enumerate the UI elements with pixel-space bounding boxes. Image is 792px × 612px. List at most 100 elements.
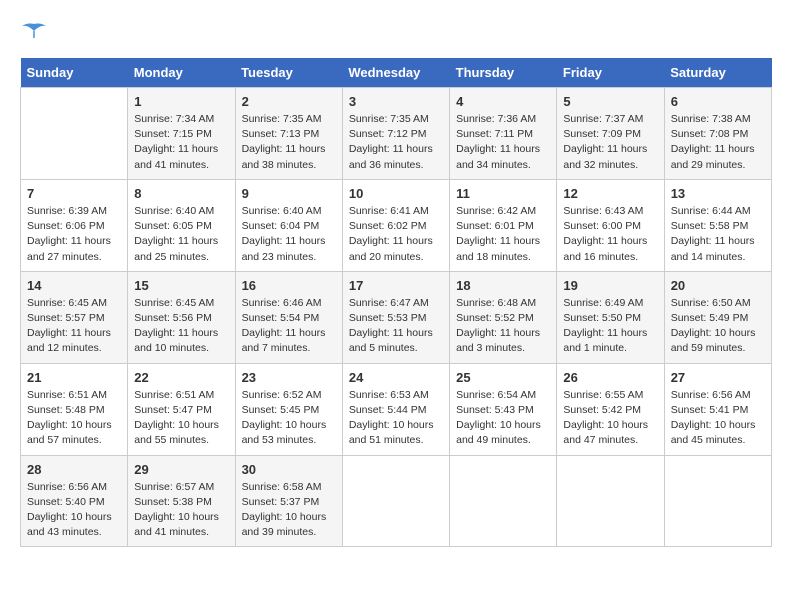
day-info: Sunrise: 6:54 AM Sunset: 5:43 PM Dayligh… (456, 388, 550, 449)
calendar-cell: 15Sunrise: 6:45 AM Sunset: 5:56 PM Dayli… (128, 271, 235, 363)
weekday-header-row: SundayMondayTuesdayWednesdayThursdayFrid… (21, 58, 772, 88)
calendar-body: 1 Sunrise: 7:34 AM Sunset: 7:15 PM Daylig… (21, 88, 772, 547)
day-info: Sunrise: 6:51 AM Sunset: 5:48 PM Dayligh… (27, 388, 121, 449)
calendar-cell: 20 Sunrise: 6:50 AM Sunset: 5:49 PM Dayli… (664, 271, 771, 363)
calendar-cell: 29 Sunrise: 6:57 AM Sunset: 5:38 PM Dayli… (128, 455, 235, 547)
day-number: 26 (563, 370, 657, 385)
day-number: 8 (134, 186, 228, 201)
weekday-header-cell: Tuesday (235, 58, 342, 88)
day-number: 6 (671, 94, 765, 109)
day-info: Sunrise: 6:53 AM Sunset: 5:44 PM Dayligh… (349, 388, 443, 449)
calendar-cell: 7 Sunrise: 6:39 AM Sunset: 6:06 PM Daylig… (21, 179, 128, 271)
day-info: Sunrise: 7:36 AM Sunset: 7:11 PM Dayligh… (456, 112, 550, 173)
calendar-cell: 30 Sunrise: 6:58 AM Sunset: 5:37 PM Dayli… (235, 455, 342, 547)
day-number: 7 (27, 186, 121, 201)
calendar-cell: 23 Sunrise: 6:52 AM Sunset: 5:45 PM Dayli… (235, 363, 342, 455)
weekday-header-cell: Monday (128, 58, 235, 88)
calendar-cell: 27 Sunrise: 6:56 AM Sunset: 5:41 PM Dayli… (664, 363, 771, 455)
day-info: Sunrise: 6:52 AM Sunset: 5:45 PM Dayligh… (242, 388, 336, 449)
day-info: Sunrise: 6:43 AM Sunset: 6:00 PM Dayligh… (563, 204, 657, 265)
day-number: 16 (242, 278, 336, 293)
calendar-cell (21, 88, 128, 180)
logo (20, 20, 52, 42)
day-number: 24 (349, 370, 443, 385)
day-info: Sunrise: 6:58 AM Sunset: 5:37 PM Dayligh… (242, 480, 336, 541)
day-number: 17 (349, 278, 443, 293)
calendar-cell: 25 Sunrise: 6:54 AM Sunset: 5:43 PM Dayli… (450, 363, 557, 455)
weekday-header-cell: Saturday (664, 58, 771, 88)
calendar-cell: 2 Sunrise: 7:35 AM Sunset: 7:13 PM Daylig… (235, 88, 342, 180)
day-info: Sunrise: 6:49 AM Sunset: 5:50 PM Dayligh… (563, 296, 657, 357)
weekday-header-cell: Thursday (450, 58, 557, 88)
day-number: 29 (134, 462, 228, 477)
day-info: Sunrise: 6:41 AM Sunset: 6:02 PM Dayligh… (349, 204, 443, 265)
day-number: 11 (456, 186, 550, 201)
day-number: 14 (27, 278, 121, 293)
day-info: Sunrise: 6:42 AM Sunset: 6:01 PM Dayligh… (456, 204, 550, 265)
day-info: Sunrise: 6:51 AM Sunset: 5:47 PM Dayligh… (134, 388, 228, 449)
day-info: Sunrise: 6:55 AM Sunset: 5:42 PM Dayligh… (563, 388, 657, 449)
day-info: Sunrise: 7:37 AM Sunset: 7:09 PM Dayligh… (563, 112, 657, 173)
calendar-cell: 14Sunrise: 6:45 AM Sunset: 5:57 PM Dayli… (21, 271, 128, 363)
day-number: 9 (242, 186, 336, 201)
day-number: 3 (349, 94, 443, 109)
calendar-cell (450, 455, 557, 547)
day-number: 20 (671, 278, 765, 293)
day-number: 23 (242, 370, 336, 385)
calendar-cell: 3 Sunrise: 7:35 AM Sunset: 7:12 PM Daylig… (342, 88, 449, 180)
calendar-cell (342, 455, 449, 547)
day-info: Sunrise: 6:57 AM Sunset: 5:38 PM Dayligh… (134, 480, 228, 541)
calendar-cell: 8 Sunrise: 6:40 AM Sunset: 6:05 PM Daylig… (128, 179, 235, 271)
day-number: 27 (671, 370, 765, 385)
calendar-cell (664, 455, 771, 547)
day-info: Sunrise: 6:47 AM Sunset: 5:53 PM Dayligh… (349, 296, 443, 357)
weekday-header-cell: Friday (557, 58, 664, 88)
day-number: 28 (27, 462, 121, 477)
page-header (20, 20, 772, 42)
day-number: 25 (456, 370, 550, 385)
day-info: Sunrise: 6:44 AM Sunset: 5:58 PM Dayligh… (671, 204, 765, 265)
calendar-cell: 16Sunrise: 6:46 AM Sunset: 5:54 PM Dayli… (235, 271, 342, 363)
day-number: 30 (242, 462, 336, 477)
day-info: Sunrise: 7:34 AM Sunset: 7:15 PM Dayligh… (134, 112, 228, 173)
calendar-cell: 17 Sunrise: 6:47 AM Sunset: 5:53 PM Dayli… (342, 271, 449, 363)
calendar-cell: 1 Sunrise: 7:34 AM Sunset: 7:15 PM Daylig… (128, 88, 235, 180)
day-number: 19 (563, 278, 657, 293)
calendar-cell: 21 Sunrise: 6:51 AM Sunset: 5:48 PM Dayli… (21, 363, 128, 455)
day-number: 15 (134, 278, 228, 293)
calendar-cell: 26 Sunrise: 6:55 AM Sunset: 5:42 PM Dayli… (557, 363, 664, 455)
day-info: Sunrise: 6:56 AM Sunset: 5:41 PM Dayligh… (671, 388, 765, 449)
calendar-cell: 19 Sunrise: 6:49 AM Sunset: 5:50 PM Dayli… (557, 271, 664, 363)
day-number: 22 (134, 370, 228, 385)
calendar-cell: 4Sunrise: 7:36 AM Sunset: 7:11 PM Daylig… (450, 88, 557, 180)
weekday-header-cell: Sunday (21, 58, 128, 88)
calendar-cell: 11 Sunrise: 6:42 AM Sunset: 6:01 PM Dayli… (450, 179, 557, 271)
day-number: 18 (456, 278, 550, 293)
calendar-cell: 12 Sunrise: 6:43 AM Sunset: 6:00 PM Dayli… (557, 179, 664, 271)
calendar-table: SundayMondayTuesdayWednesdayThursdayFrid… (20, 58, 772, 547)
day-info: Sunrise: 7:35 AM Sunset: 7:13 PM Dayligh… (242, 112, 336, 173)
calendar-cell: 18Sunrise: 6:48 AM Sunset: 5:52 PM Dayli… (450, 271, 557, 363)
calendar-cell (557, 455, 664, 547)
day-number: 1 (134, 94, 228, 109)
calendar-cell: 22 Sunrise: 6:51 AM Sunset: 5:47 PM Dayli… (128, 363, 235, 455)
calendar-cell: 24 Sunrise: 6:53 AM Sunset: 5:44 PM Dayli… (342, 363, 449, 455)
day-info: Sunrise: 7:35 AM Sunset: 7:12 PM Dayligh… (349, 112, 443, 173)
day-info: Sunrise: 6:50 AM Sunset: 5:49 PM Dayligh… (671, 296, 765, 357)
calendar-cell: 13 Sunrise: 6:44 AM Sunset: 5:58 PM Dayli… (664, 179, 771, 271)
day-info: Sunrise: 6:40 AM Sunset: 6:04 PM Dayligh… (242, 204, 336, 265)
day-info: Sunrise: 6:39 AM Sunset: 6:06 PM Dayligh… (27, 204, 121, 265)
day-info: Sunrise: 6:56 AM Sunset: 5:40 PM Dayligh… (27, 480, 121, 541)
day-number: 12 (563, 186, 657, 201)
calendar-cell: 10Sunrise: 6:41 AM Sunset: 6:02 PM Dayli… (342, 179, 449, 271)
calendar-cell: 5 Sunrise: 7:37 AM Sunset: 7:09 PM Daylig… (557, 88, 664, 180)
day-info: Sunrise: 7:38 AM Sunset: 7:08 PM Dayligh… (671, 112, 765, 173)
calendar-cell: 28 Sunrise: 6:56 AM Sunset: 5:40 PM Dayli… (21, 455, 128, 547)
day-number: 21 (27, 370, 121, 385)
calendar-week-row: 21 Sunrise: 6:51 AM Sunset: 5:48 PM Dayli… (21, 363, 772, 455)
calendar-week-row: 28 Sunrise: 6:56 AM Sunset: 5:40 PM Dayli… (21, 455, 772, 547)
day-number: 13 (671, 186, 765, 201)
day-number: 2 (242, 94, 336, 109)
day-info: Sunrise: 6:40 AM Sunset: 6:05 PM Dayligh… (134, 204, 228, 265)
day-number: 5 (563, 94, 657, 109)
